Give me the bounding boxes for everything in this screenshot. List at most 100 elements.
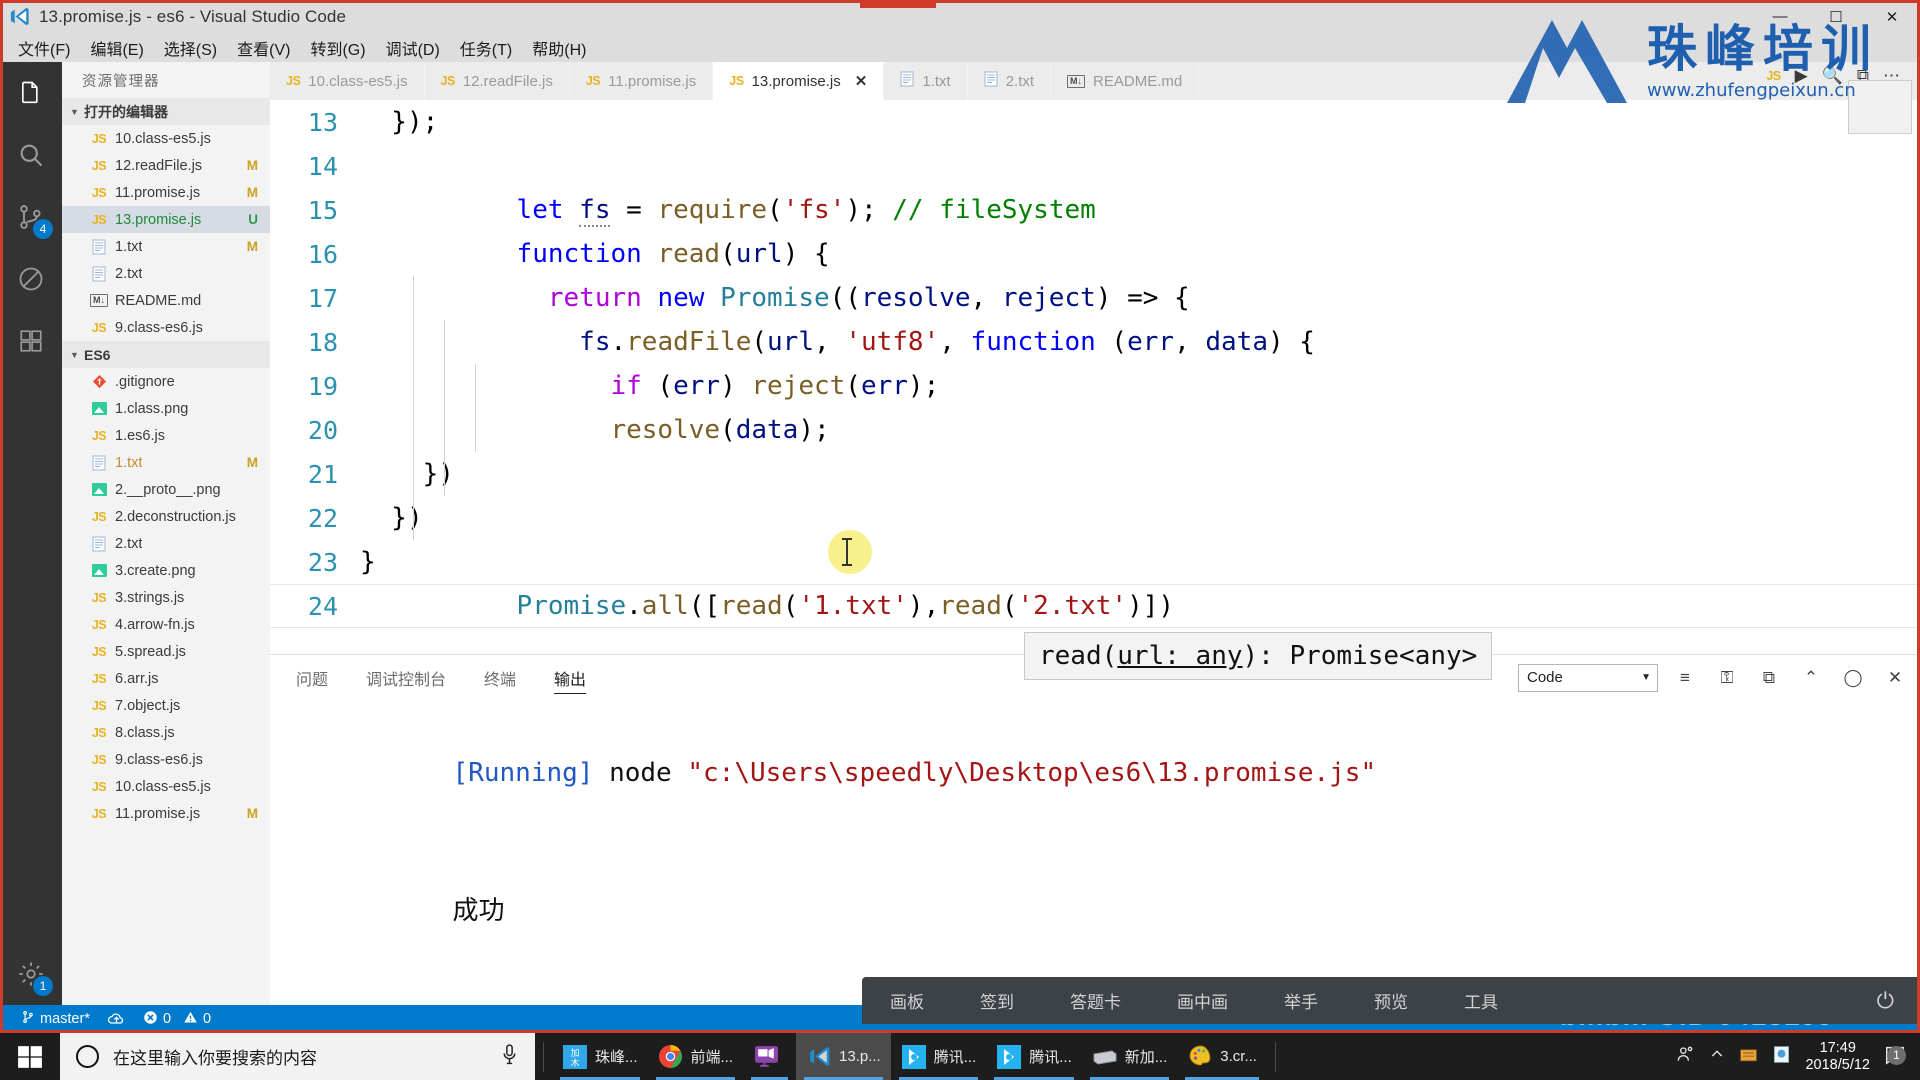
- file-row[interactable]: 1.txt M: [62, 449, 270, 476]
- taskbar-item-paint[interactable]: 3.cr...: [1177, 1033, 1267, 1080]
- file-row[interactable]: .gitignore: [62, 368, 270, 395]
- panel-tab-output[interactable]: 输出: [554, 655, 587, 700]
- minimize-button[interactable]: —: [1752, 0, 1808, 33]
- file-row[interactable]: 1.class.png: [62, 395, 270, 422]
- code-token: ) {: [1268, 327, 1315, 357]
- menu-debug[interactable]: 调试(D): [376, 34, 450, 62]
- taskbar-item-tencent-1[interactable]: 腾讯...: [891, 1033, 987, 1080]
- panel-tab-problems[interactable]: 问题: [296, 655, 328, 700]
- split-icon[interactable]: ⧉: [1754, 663, 1784, 693]
- file-row[interactable]: JS 8.class.js: [62, 719, 270, 746]
- file-row[interactable]: JS 1.es6.js: [62, 422, 270, 449]
- file-row[interactable]: JS 7.object.js: [62, 692, 270, 719]
- menu-file[interactable]: 文件(F): [8, 34, 80, 62]
- tab-2-txt[interactable]: 2.txt: [967, 62, 1052, 100]
- tab-11-promise[interactable]: JS 11.promise.js: [569, 62, 714, 100]
- toolbar-answer-card[interactable]: 答题卡: [1042, 988, 1149, 1013]
- section-folder-es6[interactable]: ▼ ES6: [62, 341, 270, 368]
- tray-app-icon-2[interactable]: [1772, 1045, 1791, 1069]
- microphone-icon[interactable]: [502, 1043, 517, 1070]
- panel-tab-terminal[interactable]: 终端: [484, 655, 516, 700]
- power-icon[interactable]: ⏻: [1877, 988, 1894, 1014]
- clock[interactable]: 17:49 2018/5/12: [1805, 1040, 1870, 1074]
- search-in-file-icon[interactable]: 🔍: [1822, 66, 1843, 86]
- taskbar-item-camtasia[interactable]: [743, 1033, 796, 1080]
- open-editor-row[interactable]: 1.txt M: [62, 233, 270, 260]
- tab-1-txt[interactable]: 1.txt: [884, 62, 968, 100]
- section-open-editors[interactable]: ▼ 打开的编辑器: [62, 98, 270, 125]
- open-editor-row[interactable]: JS 12.readFile.js M: [62, 152, 270, 179]
- status-problems[interactable]: 0 0: [134, 1005, 220, 1033]
- toolbar-signin[interactable]: 签到: [952, 988, 1042, 1013]
- file-row[interactable]: 3.create.png: [62, 557, 270, 584]
- open-editor-row[interactable]: JS 9.class-es6.js: [62, 314, 270, 341]
- open-editor-row[interactable]: JS 10.class-es5.js: [62, 125, 270, 152]
- activity-extensions[interactable]: [0, 310, 62, 372]
- file-row[interactable]: JS 11.promise.js M: [62, 800, 270, 827]
- maximize-panel-icon[interactable]: ◯: [1838, 663, 1868, 693]
- taskbar-item-vscode[interactable]: 13.p...: [796, 1033, 891, 1080]
- tab-readme[interactable]: M↓ README.md: [1051, 62, 1200, 100]
- notification-center-icon[interactable]: 1: [1884, 1044, 1910, 1070]
- close-button[interactable]: ✕: [1864, 0, 1920, 33]
- file-row[interactable]: JS 6.arr.js: [62, 665, 270, 692]
- code-editor[interactable]: 13 }); 14 15 let fs = require('fs'); // …: [270, 100, 1920, 654]
- activity-search[interactable]: [0, 124, 62, 186]
- taskbar-item-zhufeng[interactable]: 加木 珠峰...: [552, 1033, 648, 1080]
- toolbar-pip[interactable]: 画中画: [1149, 988, 1256, 1013]
- file-row[interactable]: JS 2.deconstruction.js: [62, 503, 270, 530]
- toolbar-tools[interactable]: 工具: [1436, 988, 1526, 1013]
- run-icon[interactable]: ▶: [1795, 66, 1808, 86]
- file-row[interactable]: JS 3.strings.js: [62, 584, 270, 611]
- taskbar-item-tencent-2[interactable]: 腾讯...: [986, 1033, 1082, 1080]
- file-row[interactable]: JS 5.spread.js: [62, 638, 270, 665]
- activity-source-control[interactable]: 4: [0, 186, 62, 248]
- taskbar-item-chrome[interactable]: 前端...: [648, 1033, 744, 1080]
- menu-help[interactable]: 帮助(H): [522, 34, 596, 62]
- activity-explorer[interactable]: [0, 62, 62, 124]
- menu-tasks[interactable]: 任务(T): [450, 34, 522, 62]
- open-editor-row[interactable]: JS 11.promise.js M: [62, 179, 270, 206]
- taskbar-item-usb-drive[interactable]: 新加...: [1082, 1033, 1178, 1080]
- output-channel-select[interactable]: Code ▼: [1518, 663, 1658, 692]
- maximize-button[interactable]: ☐: [1808, 0, 1864, 33]
- menu-edit[interactable]: 编辑(E): [80, 34, 153, 62]
- status-sync[interactable]: [99, 1005, 134, 1033]
- tab-10-class-es5[interactable]: JS 10.class-es5.js: [270, 62, 425, 100]
- close-panel-icon[interactable]: ✕: [1880, 663, 1910, 693]
- toolbar-whiteboard[interactable]: 画板: [862, 988, 952, 1013]
- tray-app-icon[interactable]: [1739, 1045, 1758, 1069]
- open-editor-row-selected[interactable]: JS 13.promise.js U: [62, 206, 270, 233]
- file-row[interactable]: JS 4.arrow-fn.js: [62, 611, 270, 638]
- file-row[interactable]: JS 9.class-es6.js: [62, 746, 270, 773]
- people-icon[interactable]: [1675, 1044, 1695, 1069]
- editor-tab-bar: JS 10.class-es5.js JS 12.readFile.js JS …: [270, 62, 1920, 100]
- clear-output-icon[interactable]: ≡: [1670, 663, 1700, 693]
- menu-goto[interactable]: 转到(G): [300, 34, 375, 62]
- hover-prefix: read(: [1039, 641, 1118, 671]
- txt-file-icon: [984, 71, 998, 91]
- menu-view[interactable]: 查看(V): [227, 34, 300, 62]
- toolbar-raise-hand[interactable]: 举手: [1256, 988, 1346, 1013]
- file-row[interactable]: 2.txt: [62, 530, 270, 557]
- file-status-badge: U: [248, 212, 258, 227]
- tab-12-readfile[interactable]: JS 12.readFile.js: [424, 62, 570, 100]
- taskbar-search[interactable]: 在这里输入你要搜索的内容: [60, 1033, 535, 1080]
- start-button[interactable]: [0, 1033, 60, 1080]
- open-editor-row[interactable]: 2.txt: [62, 260, 270, 287]
- panel-tab-debug-console[interactable]: 调试控制台: [366, 655, 446, 700]
- chevron-up-icon[interactable]: ⌃: [1796, 663, 1826, 693]
- toolbar-preview[interactable]: 预览: [1346, 988, 1436, 1013]
- lock-icon[interactable]: ⚿: [1712, 663, 1742, 693]
- status-branch[interactable]: master*: [12, 1005, 99, 1033]
- activity-settings[interactable]: 1: [0, 943, 62, 1005]
- code-token: '1.txt': [798, 591, 908, 621]
- chevron-up-icon[interactable]: [1709, 1046, 1725, 1067]
- tab-close-icon[interactable]: ✕: [855, 72, 868, 90]
- menu-selection[interactable]: 选择(S): [154, 34, 227, 62]
- file-row[interactable]: JS 10.class-es5.js: [62, 773, 270, 800]
- activity-debug[interactable]: [0, 248, 62, 310]
- tab-13-promise[interactable]: JS 13.promise.js ✕: [713, 62, 885, 100]
- open-editor-row[interactable]: M↓ README.md: [62, 287, 270, 314]
- file-row[interactable]: 2.__proto__.png: [62, 476, 270, 503]
